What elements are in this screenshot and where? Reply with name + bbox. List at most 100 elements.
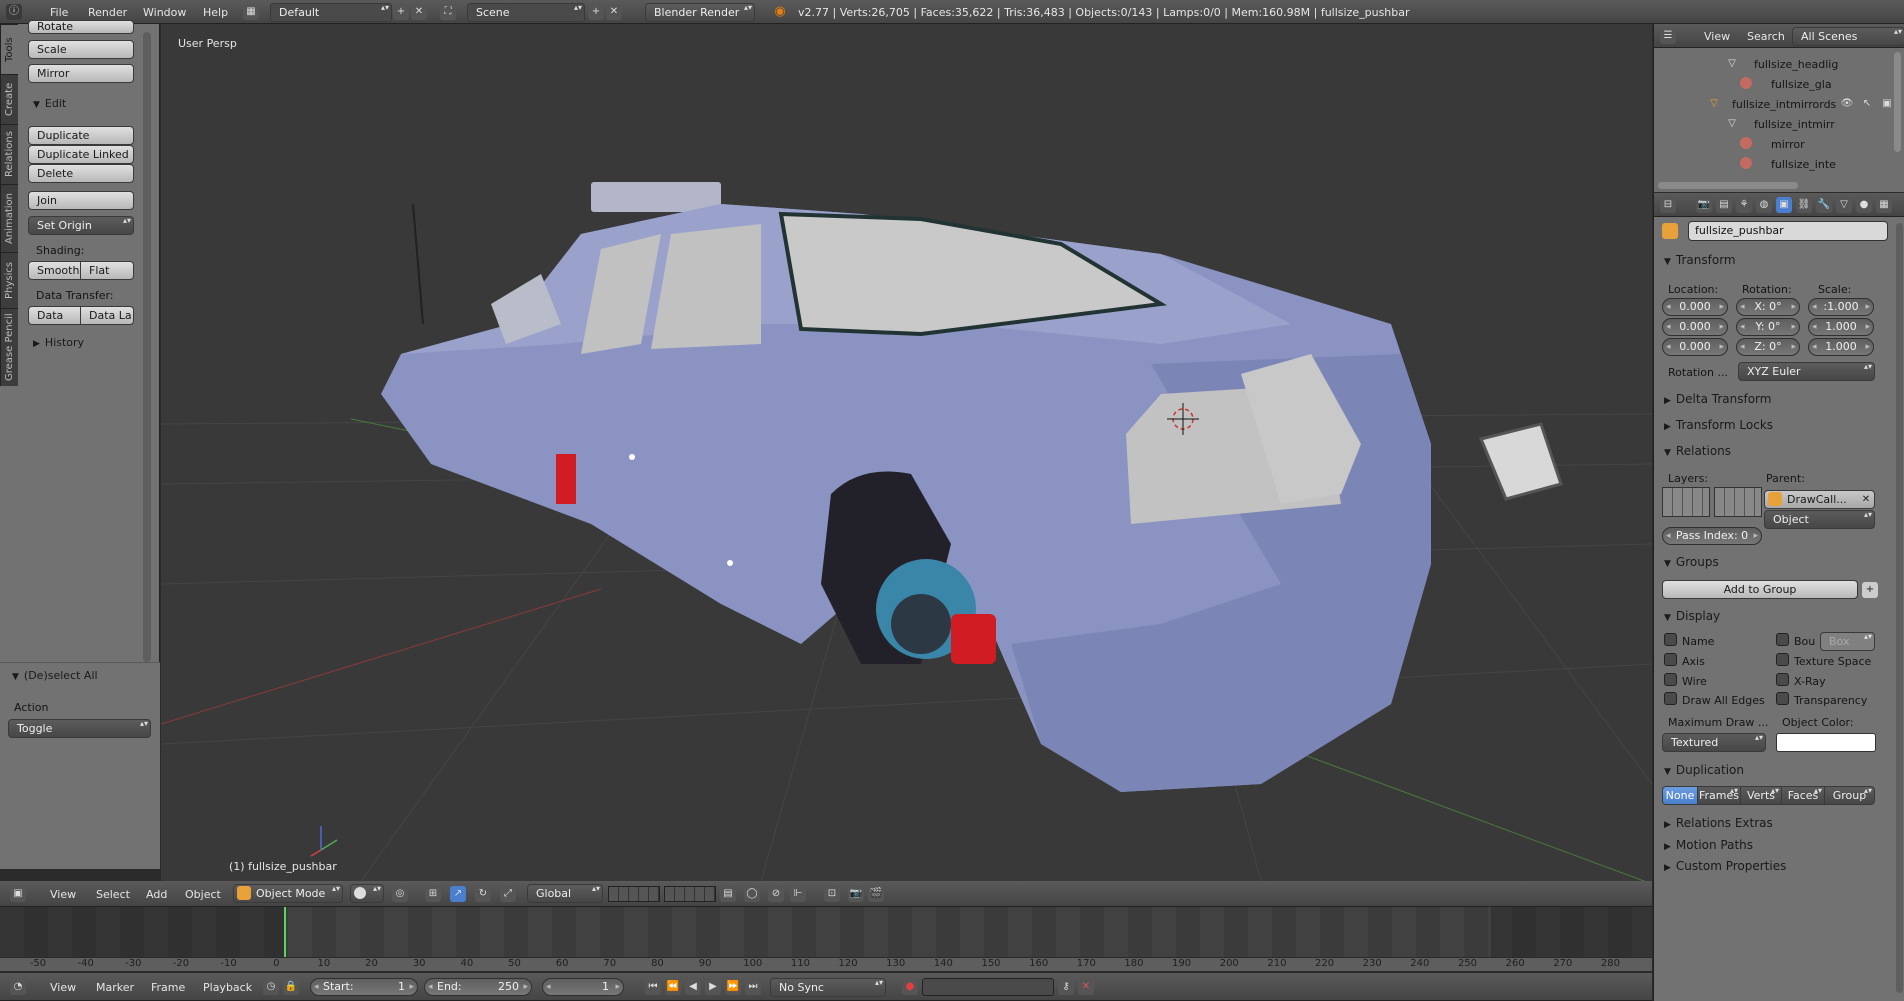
rotate-manipulator-icon[interactable]: ↻: [475, 886, 491, 902]
parent-type-dropdown[interactable]: Object: [1764, 510, 1875, 529]
timeline-menu-marker[interactable]: Marker: [96, 981, 134, 994]
constraints-tab-icon[interactable]: ⛓: [1796, 197, 1812, 213]
duplication-panel-header[interactable]: Duplication: [1664, 763, 1744, 777]
screen-layout-icon[interactable]: ▦: [243, 4, 259, 20]
lock-range-icon[interactable]: 🔒: [283, 979, 299, 995]
tab-grease-pencil[interactable]: Grease Pencil: [0, 308, 18, 386]
draw-all-edges-checkbox[interactable]: [1664, 692, 1677, 705]
pass-index-field[interactable]: Pass Index: 0: [1662, 527, 1762, 545]
rotation-y-field[interactable]: Y: 0°: [1736, 318, 1800, 336]
history-panel-header[interactable]: History: [33, 336, 84, 349]
add-to-group-button[interactable]: Add to Group: [1662, 580, 1858, 599]
timeline-menu-frame[interactable]: Frame: [151, 981, 185, 994]
jump-end-icon[interactable]: ⏭: [745, 979, 761, 995]
outliner-row[interactable]: ▽ fullsize_intmirrords 👁 ↖ ▣: [1654, 94, 1894, 114]
duplicate-linked-button[interactable]: Duplicate Linked: [28, 145, 134, 164]
outliner-hscrollbar[interactable]: [1658, 182, 1798, 189]
xray-checkbox[interactable]: [1776, 673, 1789, 686]
info-editor-icon[interactable]: ⓘ: [6, 4, 22, 20]
menu-render[interactable]: Render: [88, 6, 127, 19]
snap-target-icon[interactable]: ⊩: [790, 886, 806, 902]
location-y-field[interactable]: 0.000: [1662, 318, 1728, 336]
outliner-vscrollbar[interactable]: [1894, 52, 1901, 152]
object-layers-grid[interactable]: [1662, 487, 1710, 517]
transform-panel-header[interactable]: Transform: [1664, 253, 1736, 267]
tab-animation[interactable]: Animation: [0, 184, 18, 252]
texture-tab-icon[interactable]: ▦: [1876, 197, 1892, 213]
visibility-eye-icon[interactable]: 👁: [1839, 96, 1855, 112]
rotation-x-field[interactable]: X: 0°: [1736, 298, 1800, 316]
texture-space-checkbox[interactable]: [1776, 653, 1789, 666]
material-tab-icon[interactable]: ●: [1856, 197, 1872, 213]
rotation-z-field[interactable]: Z: 0°: [1736, 338, 1800, 356]
rotation-mode-dropdown[interactable]: XYZ Euler: [1738, 362, 1875, 381]
jump-keyframe-back-icon[interactable]: ⏪: [665, 979, 681, 995]
relations-panel-header[interactable]: Relations: [1664, 444, 1731, 458]
start-frame-field[interactable]: Start: 1: [310, 978, 418, 996]
operator-panel-header[interactable]: (De)select All: [12, 669, 98, 682]
outliner-row[interactable]: ▽ fullsize_headlig: [1654, 54, 1894, 74]
world-tab-icon[interactable]: ◍: [1756, 197, 1772, 213]
scale-button[interactable]: Scale: [28, 40, 134, 59]
keying-set-field[interactable]: [922, 978, 1054, 996]
delta-transform-panel-header[interactable]: Delta Transform: [1664, 392, 1772, 406]
outliner-row[interactable]: ▽ fullsize_intmirr: [1654, 114, 1894, 134]
3d-view-editor-icon[interactable]: ▣: [10, 886, 26, 902]
current-frame-marker[interactable]: [284, 907, 286, 958]
object-name-field[interactable]: fullsize_pushbar: [1688, 221, 1888, 241]
selectability-cursor-icon[interactable]: ↖: [1859, 96, 1875, 112]
current-frame-field[interactable]: 1: [542, 978, 624, 996]
object-tab-icon[interactable]: ▣: [1776, 197, 1792, 213]
properties-scrollbar[interactable]: [1896, 223, 1903, 993]
add-group-icon[interactable]: +: [1862, 582, 1878, 598]
scale-x-field[interactable]: :1.000: [1808, 298, 1874, 316]
name-checkbox[interactable]: [1664, 633, 1677, 646]
timeline-menu-playback[interactable]: Playback: [203, 981, 252, 994]
outliner-row[interactable]: fullsize_gla: [1654, 74, 1894, 94]
set-origin-dropdown[interactable]: Set Origin: [28, 216, 134, 235]
action-dropdown[interactable]: Toggle: [8, 719, 151, 738]
jump-keyframe-forward-icon[interactable]: ⏩: [725, 979, 741, 995]
orientation-dropdown[interactable]: Global: [527, 884, 603, 903]
delete-keyframe-icon[interactable]: ✕: [1078, 979, 1094, 995]
preview-range-icon[interactable]: ◷: [263, 979, 279, 995]
tab-physics[interactable]: Physics: [0, 252, 18, 308]
properties-editor-icon[interactable]: ⊟: [1660, 197, 1676, 213]
scale-y-field[interactable]: 1.000: [1808, 318, 1874, 336]
object-layers-grid-2[interactable]: [1714, 487, 1762, 517]
manipulator-icon[interactable]: ⊞: [425, 886, 441, 902]
translate-manipulator-icon[interactable]: ↗: [450, 886, 466, 902]
bounds-type-dropdown[interactable]: Box: [1820, 632, 1875, 651]
layer-buttons[interactable]: [608, 886, 660, 902]
render-tab-icon[interactable]: 📷: [1696, 197, 1712, 213]
clear-parent-icon[interactable]: ✕: [1859, 492, 1873, 506]
data-transfer-button[interactable]: Data: [28, 306, 81, 325]
location-x-field[interactable]: 0.000: [1662, 298, 1728, 316]
add-screen-icon[interactable]: +: [393, 4, 409, 20]
play-reverse-icon[interactable]: ◀: [685, 979, 701, 995]
duplication-frames-button[interactable]: Frames: [1697, 786, 1741, 805]
object-color-swatch[interactable]: [1776, 733, 1876, 752]
mirror-button[interactable]: Mirror: [28, 64, 134, 83]
custom-properties-panel-header[interactable]: Custom Properties: [1664, 859, 1786, 873]
menu-window[interactable]: Window: [143, 6, 186, 19]
outliner-menu-search[interactable]: Search: [1747, 30, 1785, 43]
bounds-checkbox[interactable]: [1776, 633, 1789, 646]
insert-keyframe-icon[interactable]: ⚷: [1058, 979, 1074, 995]
layer-buttons-2[interactable]: [664, 886, 716, 902]
remove-screen-icon[interactable]: ✕: [411, 4, 427, 20]
snap-element-icon[interactable]: ⊡: [824, 886, 840, 902]
edit-panel-header[interactable]: Edit: [33, 97, 66, 110]
duplication-none-button[interactable]: None: [1662, 786, 1698, 805]
tab-create[interactable]: Create: [0, 74, 18, 124]
timeline-editor-icon[interactable]: ◔: [10, 979, 26, 995]
tab-tools[interactable]: Tools: [0, 24, 18, 74]
viewport-menu-view[interactable]: View: [50, 888, 76, 901]
groups-panel-header[interactable]: Groups: [1664, 555, 1719, 569]
data-layout-button[interactable]: Data La: [80, 306, 134, 325]
object-origin[interactable]: [629, 454, 635, 460]
add-scene-icon[interactable]: +: [588, 4, 604, 20]
flat-button[interactable]: Flat: [80, 261, 134, 280]
viewport-menu-object[interactable]: Object: [185, 888, 221, 901]
location-z-field[interactable]: 0.000: [1662, 338, 1728, 356]
